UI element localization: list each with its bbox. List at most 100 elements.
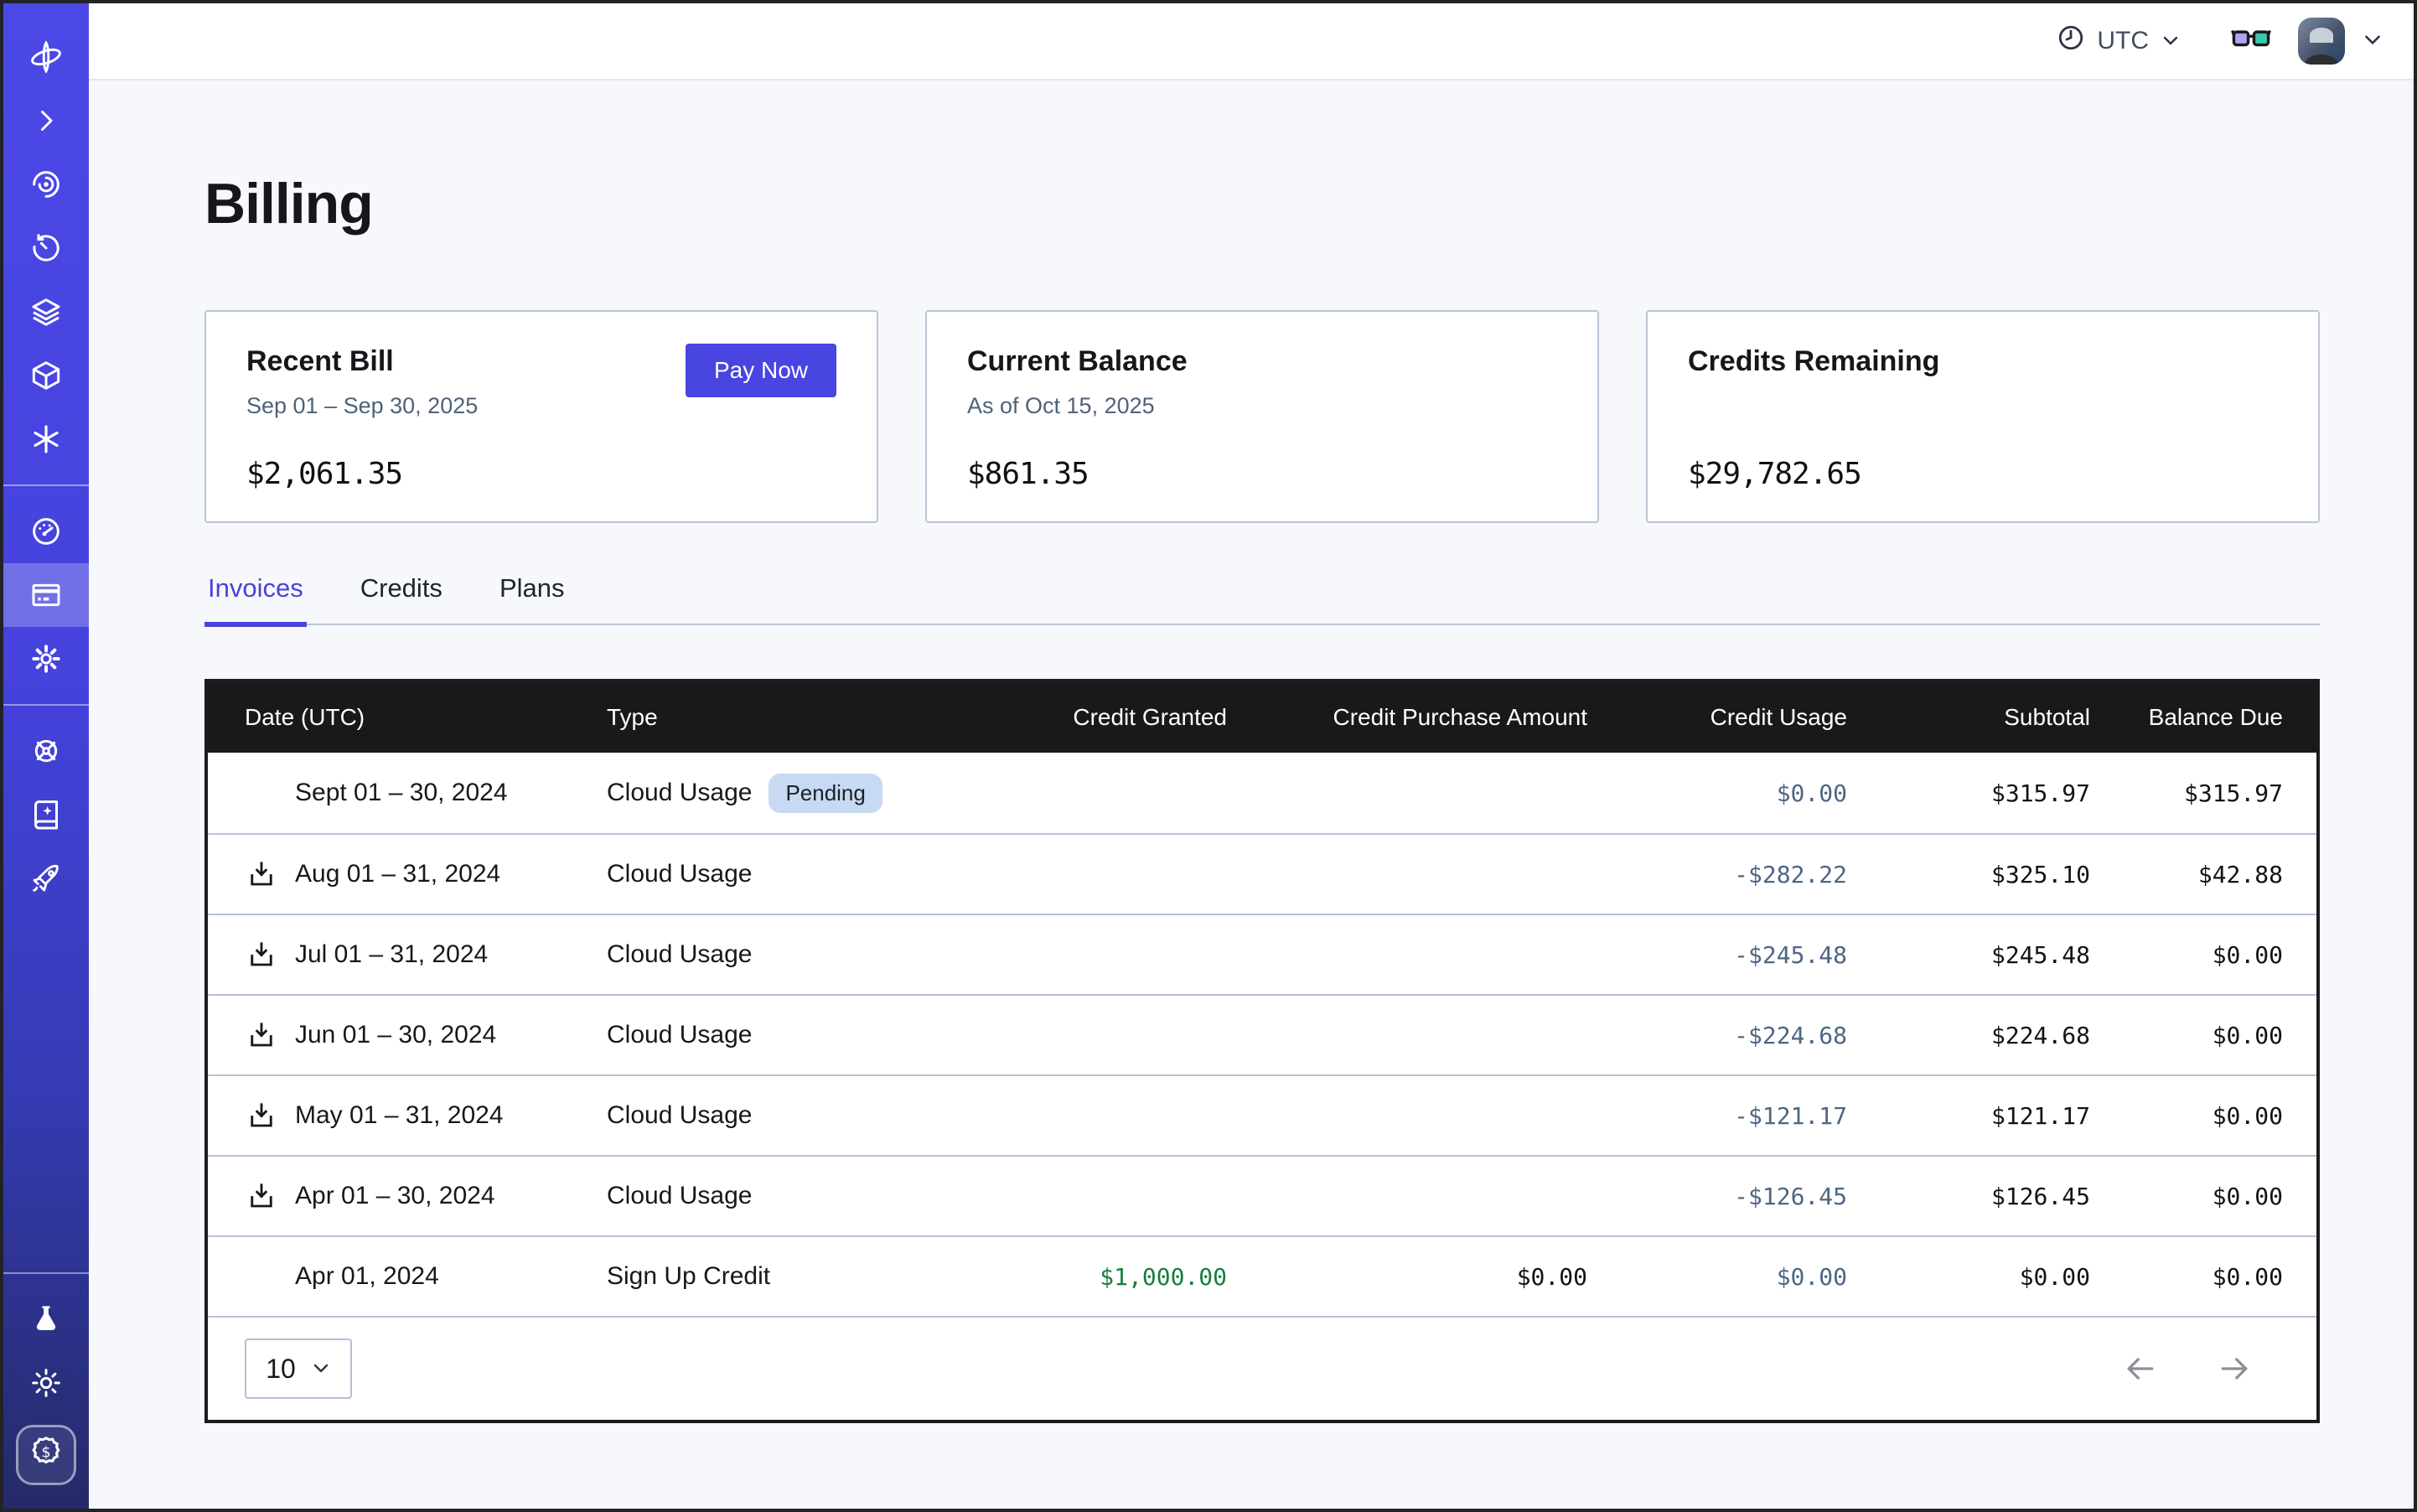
download-placeholder [245,1260,278,1293]
type-cell: Cloud Usage [593,1101,989,1130]
invoice-type: Cloud Usage [607,860,752,888]
card-subtitle: As of Oct 15, 2025 [967,393,1557,419]
invoice-date: Apr 01 – 30, 2024 [295,1182,495,1210]
reader-mode-button[interactable] [2231,23,2271,60]
sidebar-item-timer[interactable] [3,216,89,280]
sidebar-item-layers[interactable] [3,280,89,344]
layers-icon [29,295,63,329]
avatar[interactable] [2298,18,2345,65]
chevron-down-icon [2362,26,2383,57]
invoice-type: Cloud Usage [607,1101,752,1130]
account-menu-button[interactable] [2362,26,2383,57]
subtotal-cell: $126.45 [1861,1183,2104,1210]
invoice-type: Sign Up Credit [607,1262,770,1291]
current-balance-amount: $861.35 [967,457,1557,491]
prev-page-button[interactable] [2119,1347,2162,1390]
credit-usage-cell: -$282.22 [1601,861,1861,888]
timezone-label: UTC [2097,27,2149,55]
type-cell: Cloud Usage [593,860,989,888]
balance-due-cell: $42.88 [2104,861,2323,888]
chevron-right-icon [31,106,61,136]
subtotal-cell: $121.17 [1861,1102,2104,1130]
clock-icon [2057,23,2085,59]
credit-usage-cell: $0.00 [1601,779,1861,807]
credit-granted-cell: $1,000.00 [989,1263,1240,1291]
card-title: Current Balance [967,345,1557,378]
sidebar-divider [3,484,89,486]
flask-icon [29,1302,63,1336]
column-header-credit-purchase-amount: Credit Purchase Amount [1240,704,1601,731]
column-header-credit-usage: Credit Usage [1601,704,1861,731]
date-cell: May 01 – 31, 2024 [208,1099,593,1132]
download-invoice-button[interactable] [245,1018,278,1052]
sidebar-logo[interactable] [3,25,89,89]
column-header-subtotal: Subtotal [1861,704,2104,731]
timer-icon [29,231,63,265]
table-row: Jun 01 – 30, 2024Cloud Usage-$224.68$224… [208,994,2316,1074]
type-cell: Cloud Usage [593,1021,989,1049]
table-row: Jul 01 – 31, 2024Cloud Usage-$245.48$245… [208,914,2316,994]
balance-due-cell: $0.00 [2104,1022,2323,1049]
download-placeholder [245,776,278,810]
sidebar-item-labs[interactable] [3,1287,89,1351]
invoice-date: Aug 01 – 31, 2024 [295,860,500,888]
sidebar-item-services[interactable] [3,407,89,471]
recent-bill-card: Recent Bill Sep 01 – Sep 30, 2025 $2,061… [204,310,878,523]
page-size-value: 10 [266,1354,296,1385]
credits-promo-button[interactable]: $ [16,1425,76,1485]
column-header-balance-due: Balance Due [2104,704,2323,731]
sidebar-item-collapse[interactable] [3,89,89,153]
radar-icon [29,168,63,201]
sidebar-item-billing[interactable] [3,563,89,627]
pay-now-button[interactable]: Pay Now [686,344,836,397]
tab-credits[interactable]: Credits [357,573,446,624]
subtotal-cell: $315.97 [1861,779,2104,807]
book-sparkle-icon [29,798,63,831]
download-invoice-button[interactable] [245,857,278,891]
table-row: Apr 01, 2024Sign Up Credit$1,000.00$0.00… [208,1235,2316,1316]
sidebar-item-theme[interactable] [3,1351,89,1415]
subtotal-cell: $325.10 [1861,861,2104,888]
credit-usage-cell: -$245.48 [1601,941,1861,969]
cube-icon [29,359,63,392]
invoice-type: Cloud Usage [607,1182,752,1210]
date-cell: Jun 01 – 30, 2024 [208,1018,593,1052]
invoice-type: Cloud Usage [607,779,752,807]
gear-icon [29,642,63,676]
credits-remaining-card: Credits Remaining $29,782.65 [1646,310,2320,523]
timezone-selector[interactable]: UTC [2057,23,2181,59]
invoice-date: Apr 01, 2024 [295,1262,439,1291]
sun-icon [29,1366,63,1400]
tab-plans[interactable]: Plans [496,573,568,624]
dollar-badge-icon: $ [28,1433,65,1477]
column-header-credit-granted: Credit Granted [989,704,1240,731]
tab-invoices[interactable]: Invoices [204,573,307,624]
type-cell: Cloud Usage [593,940,989,969]
balance-due-cell: $0.00 [2104,1183,2323,1210]
sidebar-item-observe[interactable] [3,153,89,216]
download-invoice-button[interactable] [245,1099,278,1132]
download-invoice-button[interactable] [245,938,278,971]
status-badge: Pending [769,774,882,813]
gauge-icon [29,515,63,548]
sidebar-item-launch[interactable] [3,847,89,910]
download-invoice-button[interactable] [245,1179,278,1213]
date-cell: Aug 01 – 31, 2024 [208,857,593,891]
subtotal-cell: $224.68 [1861,1022,2104,1049]
sidebar-item-settings[interactable] [3,627,89,691]
table-footer: 10 [208,1316,2316,1420]
next-page-button[interactable] [2213,1347,2256,1390]
helm-icon [29,734,63,768]
sidebar-item-support[interactable] [3,719,89,783]
subtotal-cell: $245.48 [1861,941,2104,969]
invoice-date: May 01 – 31, 2024 [295,1101,504,1130]
sidebar-item-usage[interactable] [3,500,89,563]
svg-text:$: $ [41,1445,50,1462]
sidebar-divider [3,704,89,706]
page-size-select[interactable]: 10 [245,1339,352,1399]
invoice-type: Cloud Usage [607,940,752,969]
date-cell: Sept 01 – 30, 2024 [208,776,593,810]
sidebar-item-docs[interactable] [3,783,89,847]
sidebar-item-compute[interactable] [3,344,89,407]
credit-usage-cell: -$121.17 [1601,1102,1861,1130]
